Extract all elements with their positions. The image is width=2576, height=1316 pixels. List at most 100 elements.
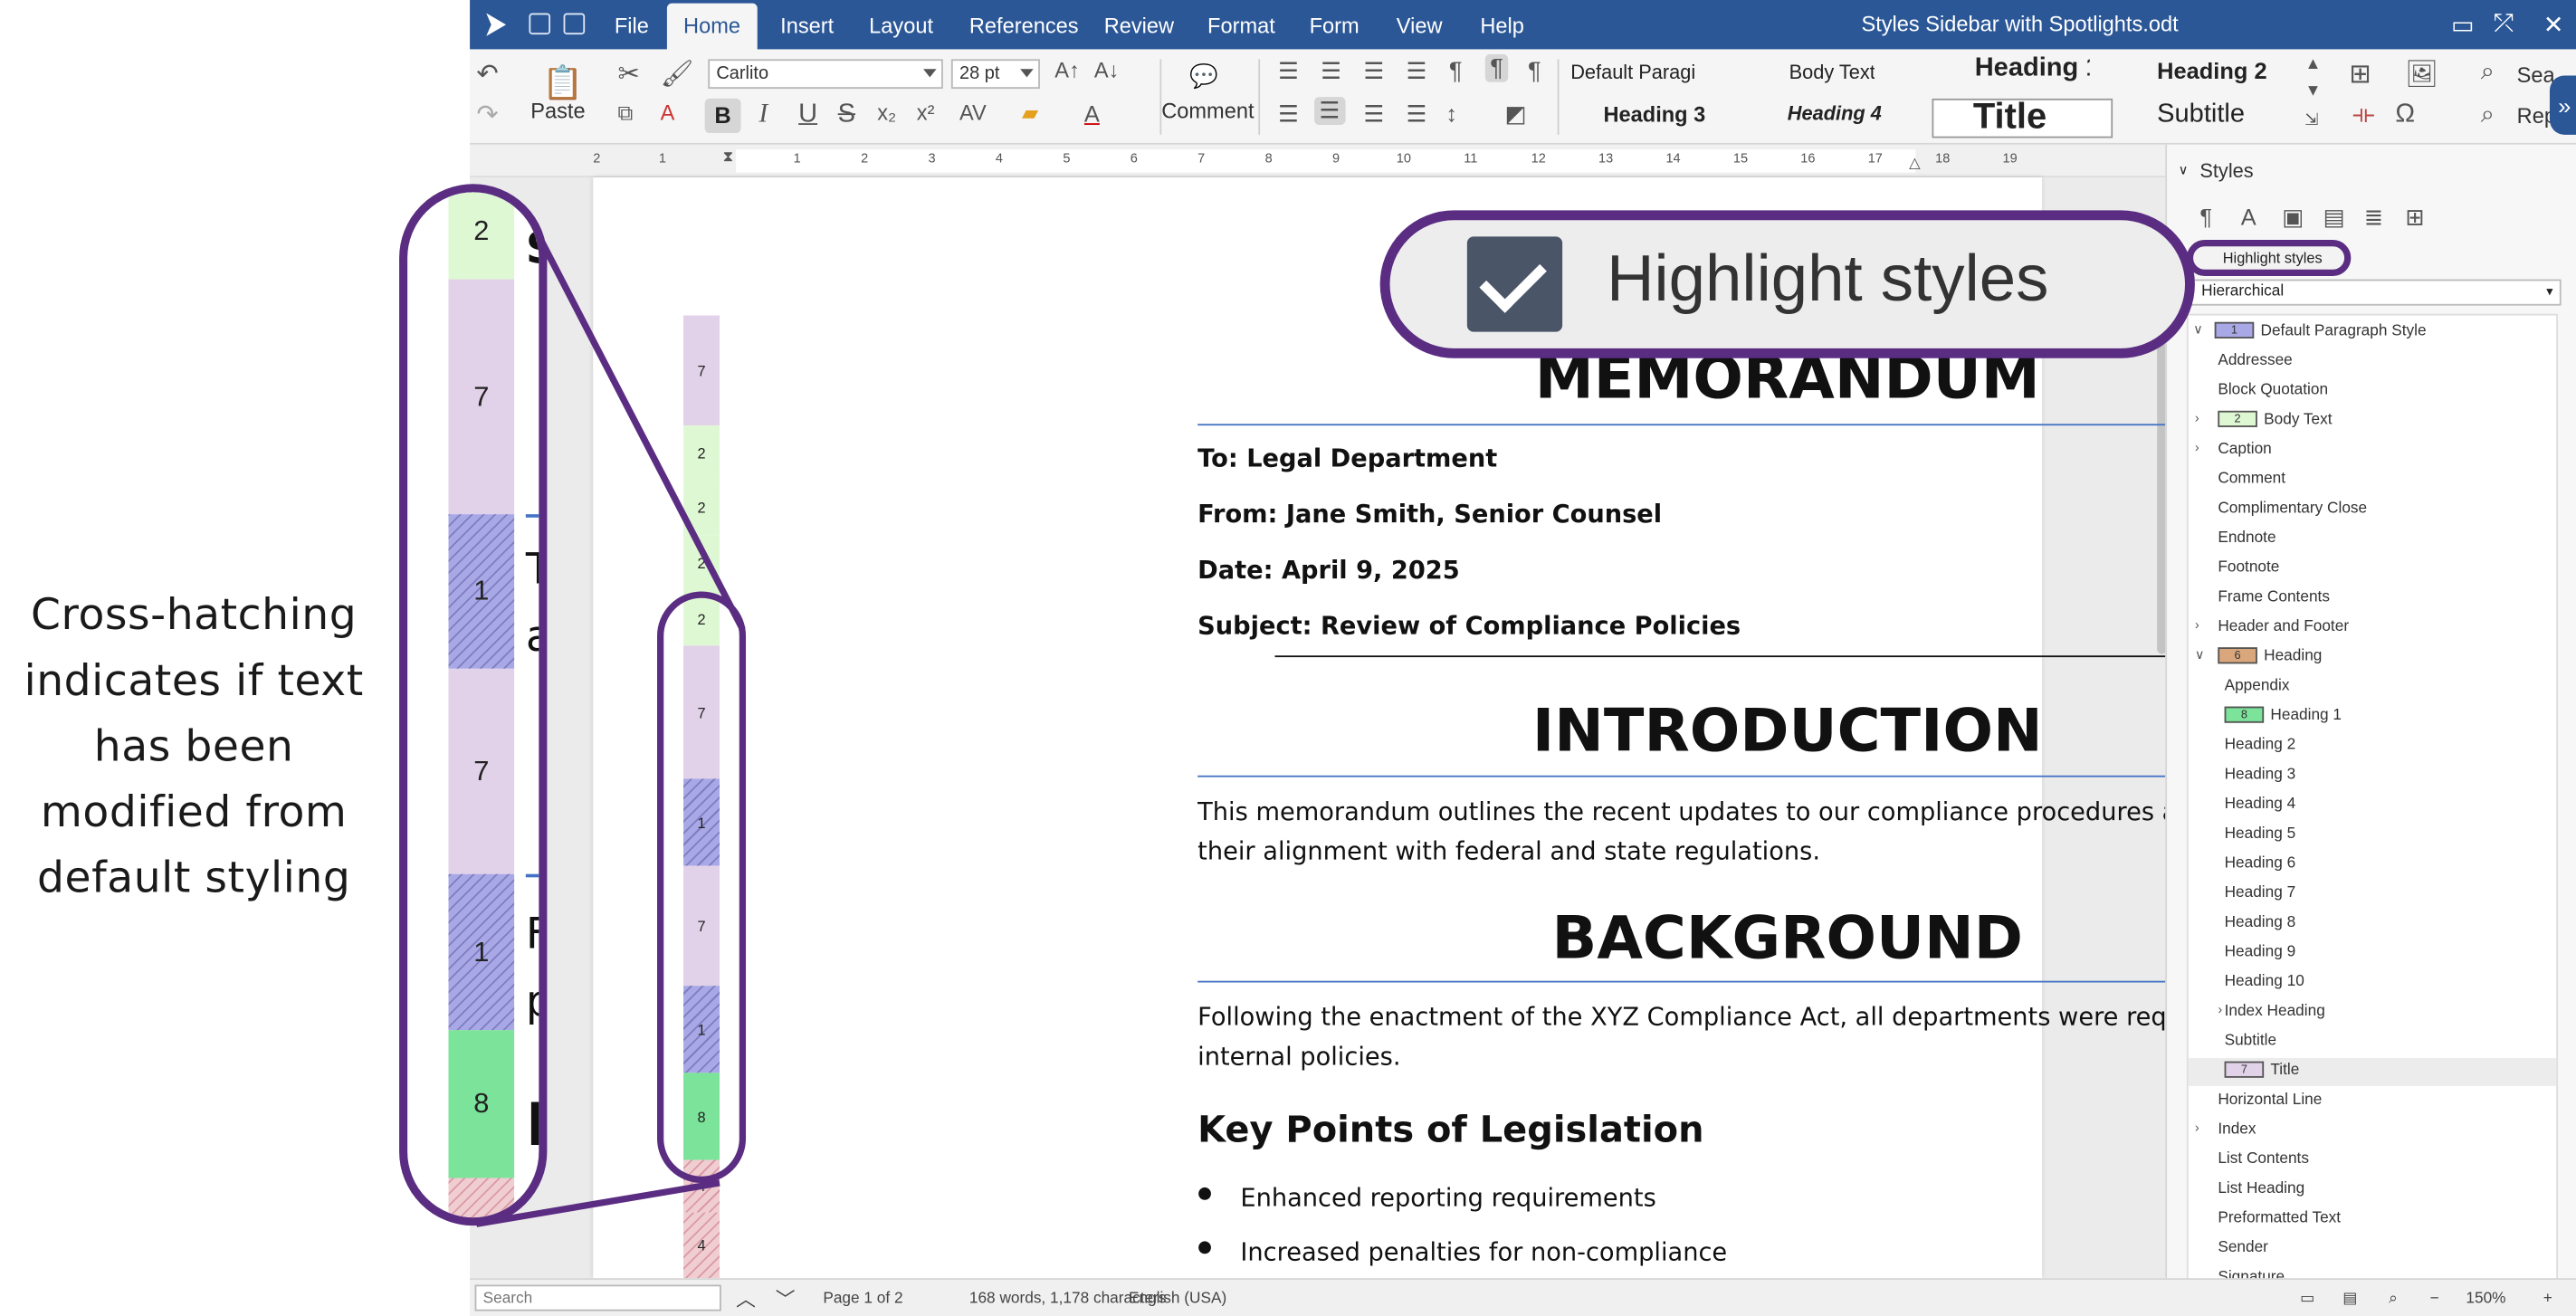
image-icon[interactable]: 🖼 <box>2405 58 2438 91</box>
horizontal-ruler[interactable]: 2 1 1 2 3 4 5 6 7 8 9 10 11 12 13 14 15 … <box>470 144 2166 178</box>
share-icon[interactable]: ⤱ <box>2494 10 2514 38</box>
align-right-icon[interactable]: ☰ <box>1363 100 1384 129</box>
menu-file[interactable]: File <box>615 14 649 38</box>
highlight-styles-checkbox[interactable]: Highlight styles <box>2186 240 2352 276</box>
formatting-marks-icon[interactable]: ¶ <box>1449 58 1463 86</box>
style-tree-item[interactable]: Heading 10 <box>2189 969 2557 997</box>
style-tree-item[interactable]: Subtitle <box>2189 1028 2557 1056</box>
comment-button[interactable]: Comment <box>1161 99 1254 123</box>
key-points-heading[interactable]: Key Points of Legislation <box>1197 1111 1703 1151</box>
style-tree-item[interactable]: Addressee <box>2189 348 2557 377</box>
style-tree-item[interactable]: Heading 4 <box>2189 792 2557 820</box>
shrink-font-icon[interactable]: A↓ <box>1094 58 1120 82</box>
clear-format-icon[interactable]: A <box>661 100 675 125</box>
subscript-button[interactable]: x₂ <box>877 100 896 125</box>
chevron-right-icon[interactable]: › <box>2218 1002 2222 1016</box>
style-tree[interactable]: ∨ 1 Default Paragraph Style Addressee Block … <box>2186 313 2559 1283</box>
style-tree-item[interactable]: Heading 9 <box>2189 939 2557 968</box>
view-layout-icon[interactable]: ▭ <box>2300 1290 2314 1308</box>
style-tree-item[interactable]: Appendix <box>2189 673 2557 701</box>
menu-view[interactable]: View <box>1397 14 1443 38</box>
comment-icon[interactable]: 💬 <box>1189 62 1218 91</box>
chevron-down-icon[interactable]: ▼ <box>2305 82 2322 100</box>
search-icon[interactable]: ⌕ <box>2481 58 2495 86</box>
style-tree-item[interactable]: › 2 Body Text <box>2189 407 2557 435</box>
style-heading-3[interactable]: Heading 3 <box>1603 102 1705 127</box>
style-tree-item[interactable]: › Index Heading <box>2189 999 2557 1027</box>
font-size-combo[interactable]: 28 pt <box>950 59 1040 90</box>
menu-layout[interactable]: Layout <box>869 14 933 38</box>
menu-format[interactable]: Format <box>1207 14 1275 38</box>
grow-font-icon[interactable]: A↑ <box>1054 58 1080 82</box>
chevron-up-icon[interactable]: ▲ <box>2305 56 2322 74</box>
save-icon[interactable] <box>529 13 551 35</box>
style-title[interactable]: Title <box>1973 95 2046 138</box>
menu-review[interactable]: Review <box>1104 14 1174 38</box>
menu-insert[interactable]: Insert <box>780 14 834 38</box>
bold-button[interactable]: B <box>704 98 741 134</box>
find-button[interactable]: Sea <box>2517 62 2555 87</box>
font-name-combo[interactable]: Carlito <box>708 59 943 90</box>
style-tree-item[interactable]: Heading 3 <box>2189 762 2557 790</box>
replace-icon[interactable]: ⌕ <box>2481 100 2495 129</box>
style-tree-item[interactable]: Heading 6 <box>2189 851 2557 879</box>
align-left-icon[interactable]: ☰ <box>1278 100 1299 129</box>
bullet-item[interactable]: Increased penalties for non-compliance <box>1197 1237 1727 1267</box>
style-tree-item[interactable]: 8 Heading 1 <box>2189 703 2557 731</box>
chevron-down-icon[interactable]: ∨ <box>2195 647 2205 662</box>
style-tree-item[interactable]: Heading 7 <box>2189 881 2557 909</box>
memo-to[interactable]: To: Legal Department <box>1197 443 1497 473</box>
style-heading-1[interactable]: Heading 1 <box>1975 54 2090 84</box>
style-tree-item[interactable]: › Header and Footer <box>2189 615 2557 643</box>
memo-from[interactable]: From: Jane Smith, Senior Counsel <box>1197 500 1662 529</box>
style-tree-item[interactable]: Heading 5 <box>2189 822 2557 850</box>
expand-sidebar-icon[interactable]: » <box>2549 75 2576 135</box>
style-tree-item[interactable]: 7 Title <box>2188 1058 2557 1086</box>
zoom-level[interactable]: 150% <box>2466 1290 2505 1308</box>
table-styles-icon[interactable]: ⊞ <box>2405 204 2424 232</box>
strikethrough-button[interactable]: S <box>838 100 855 130</box>
menu-form[interactable]: Form <box>1310 14 1360 38</box>
style-subtitle[interactable]: Subtitle <box>2157 100 2245 130</box>
style-heading-2[interactable]: Heading 2 <box>2157 58 2266 84</box>
chevron-right-icon[interactable]: › <box>2195 618 2199 633</box>
style-tree-item[interactable]: Heading 8 <box>2189 911 2557 939</box>
more-styles-icon[interactable]: ⇲ <box>2305 111 2319 129</box>
menu-home[interactable]: Home <box>666 3 758 50</box>
clone-format-icon[interactable]: 🖌 <box>661 58 694 91</box>
justify-icon[interactable]: ☰ <box>1407 100 1427 129</box>
right-indent-marker-icon[interactable]: △ <box>1909 155 1921 173</box>
numbering-icon[interactable]: ☰ <box>1321 58 1341 86</box>
decrease-indent-icon[interactable]: ☰ <box>1407 58 1427 86</box>
undo-icon[interactable]: ↶ <box>476 58 498 91</box>
character-styles-icon[interactable]: A <box>2241 204 2256 230</box>
copy-icon[interactable]: ⧉ <box>617 100 633 127</box>
style-heading-4[interactable]: Heading 4 <box>1788 102 1882 125</box>
sidebar-toggle-icon[interactable]: ▭ <box>2451 10 2475 40</box>
style-tree-item[interactable]: ∨ 6 Heading <box>2189 644 2557 672</box>
indent-marker-icon[interactable]: ⧗ <box>723 148 733 166</box>
style-tree-item[interactable]: › Caption <box>2189 437 2557 465</box>
find-input[interactable] <box>474 1284 721 1311</box>
style-tree-item[interactable]: Complimentary Close <box>2189 496 2557 524</box>
outline-icon[interactable]: ☰ <box>1363 58 1384 86</box>
table-icon[interactable]: ⊞ <box>2350 58 2371 91</box>
style-tree-item[interactable]: Frame Contents <box>2189 585 2557 613</box>
chevron-right-icon[interactable]: › <box>2195 440 2199 454</box>
style-tree-item[interactable]: List Contents <box>2189 1147 2557 1175</box>
chevron-right-icon[interactable]: › <box>2195 1121 2199 1135</box>
close-icon[interactable]: ✕ <box>2543 10 2564 40</box>
style-tree-item[interactable]: ∨ 1 Default Paragraph Style <box>2189 319 2557 347</box>
book-view-icon[interactable]: ▤ <box>2342 1290 2357 1308</box>
style-filter-select[interactable]: Hierarchical ▾ <box>2190 279 2562 306</box>
paste-icon[interactable]: 📋 <box>542 62 583 103</box>
chevron-down-icon[interactable]: ∨ <box>2193 322 2203 337</box>
ltr-icon[interactable]: ¶ <box>1528 58 1541 86</box>
style-tree-item[interactable]: Footnote <box>2189 556 2557 584</box>
style-tree-item[interactable]: Heading 2 <box>2189 733 2557 761</box>
find-previous-icon[interactable]: ︿ <box>736 1285 756 1313</box>
style-tree-item[interactable]: Sender <box>2189 1235 2557 1264</box>
redo-icon[interactable]: ↷ <box>476 99 498 131</box>
style-tree-item[interactable]: List Heading <box>2189 1177 2557 1205</box>
style-tree-item[interactable]: Horizontal Line <box>2189 1088 2557 1116</box>
